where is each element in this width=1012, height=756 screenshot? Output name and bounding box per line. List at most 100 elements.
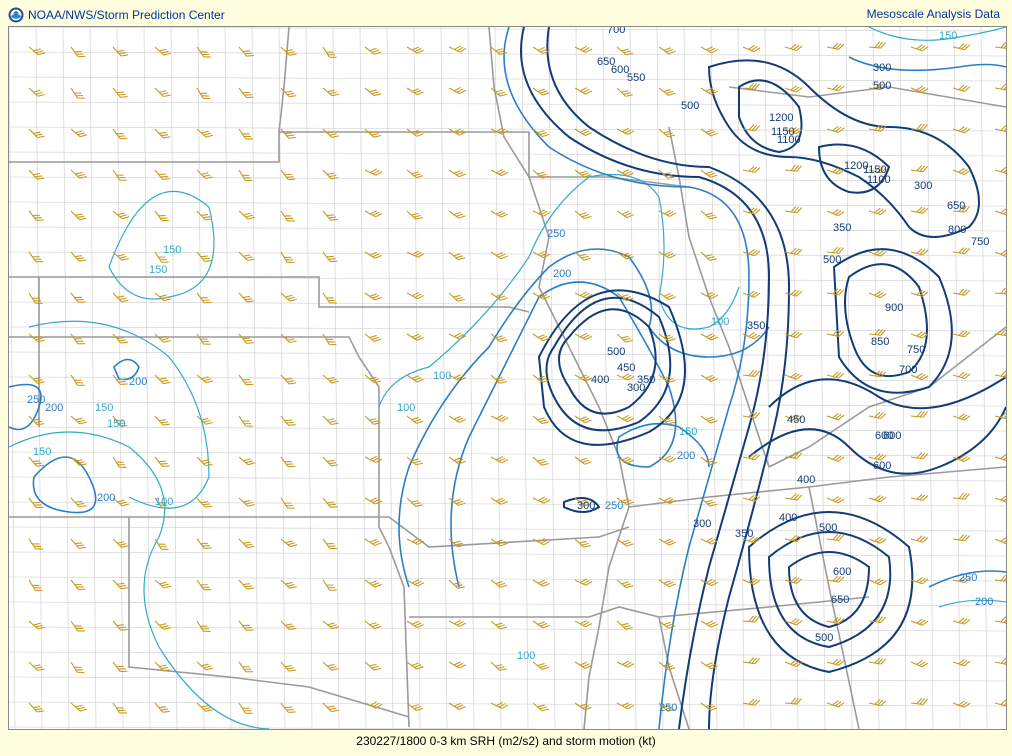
- wind-barb: [406, 210, 423, 220]
- wind-barb: [364, 620, 382, 630]
- wind-barb: [532, 538, 551, 546]
- wind-barb: [448, 169, 466, 178]
- wind-barb: [322, 661, 339, 671]
- header-branding: NOAA/NWS/Storm Prediction Center: [8, 6, 225, 24]
- wind-barb: [112, 579, 129, 590]
- wind-barb: [154, 456, 170, 468]
- wind-barb: [364, 168, 383, 176]
- wind-barb: [616, 210, 634, 219]
- state-line-ok-ar: [9, 516, 630, 548]
- wind-barb: [70, 661, 85, 674]
- wind-barb: [994, 616, 1006, 624]
- wind-barb: [112, 46, 129, 57]
- wind-barb: [574, 578, 593, 586]
- wind-barb: [700, 210, 718, 220]
- wind-barb: [868, 328, 886, 336]
- wind-barb: [238, 497, 255, 507]
- wind-barb: [238, 374, 254, 386]
- wind-barb: [28, 292, 43, 304]
- wind-barb: [70, 374, 85, 386]
- county-line: [9, 176, 1006, 182]
- wind-barb: [196, 579, 212, 591]
- wind-barb: [742, 369, 761, 378]
- wind-barb: [28, 374, 45, 384]
- wind-barb: [364, 210, 383, 218]
- wind-barb: [616, 46, 634, 56]
- wind-barb: [700, 87, 718, 95]
- wind-barb: [196, 46, 211, 58]
- wind-barb: [910, 206, 929, 214]
- wind-barb: [742, 207, 761, 215]
- wind-barb: [406, 46, 425, 54]
- wind-barb: [322, 333, 337, 346]
- wind-barb: [238, 579, 255, 590]
- contour-label: 150: [33, 446, 51, 458]
- wind-barb: [532, 292, 551, 300]
- wind-barb: [700, 374, 718, 383]
- wind-barb: [70, 251, 87, 262]
- wind-barb: [658, 251, 677, 259]
- contour-label: 850: [871, 336, 889, 348]
- wind-barb: [238, 415, 253, 427]
- wind-barb: [574, 45, 593, 53]
- wind-barb: [364, 579, 382, 588]
- wind-barb: [238, 46, 254, 57]
- county-line: [9, 301, 1006, 307]
- contour-900-east: [844, 263, 928, 377]
- wind-barb: [70, 579, 86, 591]
- county-line: [9, 401, 1006, 407]
- contour-label: 200: [677, 450, 695, 462]
- wind-barb: [994, 287, 1006, 295]
- county-line: [9, 226, 1006, 232]
- wind-barb: [70, 87, 85, 99]
- county-line: [9, 676, 1006, 682]
- contour-label: 500: [873, 80, 891, 92]
- wind-barb: [868, 41, 886, 49]
- contour-label: 500: [681, 100, 699, 112]
- wind-barb: [112, 128, 128, 140]
- wind-barb: [910, 44, 929, 52]
- contour-label: 300: [627, 382, 645, 394]
- wind-barb: [322, 292, 337, 304]
- wind-barb: [784, 372, 803, 380]
- wind-barb: [406, 620, 424, 629]
- noaa-logo-icon: [8, 7, 24, 23]
- contour-label: 200: [45, 402, 63, 414]
- county-line: [9, 576, 1006, 582]
- wind-barb: [364, 87, 382, 97]
- wind-barb: [868, 494, 887, 503]
- wind-barb: [196, 538, 212, 550]
- wind-barb: [532, 620, 550, 629]
- wind-barb: [406, 661, 424, 670]
- wind-barb: [574, 374, 593, 382]
- wind-barb: [406, 497, 423, 507]
- wind-barb: [910, 410, 928, 418]
- wind-barb: [280, 620, 297, 631]
- wind-barb: [826, 412, 845, 421]
- wind-barb: [826, 533, 845, 542]
- contour-label: 100: [397, 402, 415, 414]
- wind-barb: [448, 86, 467, 95]
- county-line: [926, 27, 934, 729]
- wind-barb: [322, 579, 337, 591]
- wind-barb: [826, 84, 845, 92]
- wind-barb: [994, 495, 1006, 503]
- wind-barb: [490, 168, 509, 177]
- wind-barb: [322, 46, 337, 58]
- wind-barb: [616, 660, 635, 668]
- contour-label: 700: [607, 27, 625, 36]
- contour-label: 100: [433, 370, 451, 382]
- wind-barb: [406, 374, 424, 383]
- wind-barb: [238, 620, 254, 632]
- wind-barb: [154, 46, 172, 56]
- wind-barb: [574, 702, 592, 711]
- wind-barb: [196, 333, 211, 345]
- wind-barb: [154, 374, 171, 385]
- wind-barb: [196, 128, 214, 138]
- wind-barb: [322, 702, 339, 713]
- wind-barb: [112, 538, 129, 548]
- wind-barb: [868, 290, 887, 299]
- wind-barb: [490, 374, 507, 384]
- wind-barb: [112, 333, 129, 344]
- contour-label: 100: [155, 496, 173, 508]
